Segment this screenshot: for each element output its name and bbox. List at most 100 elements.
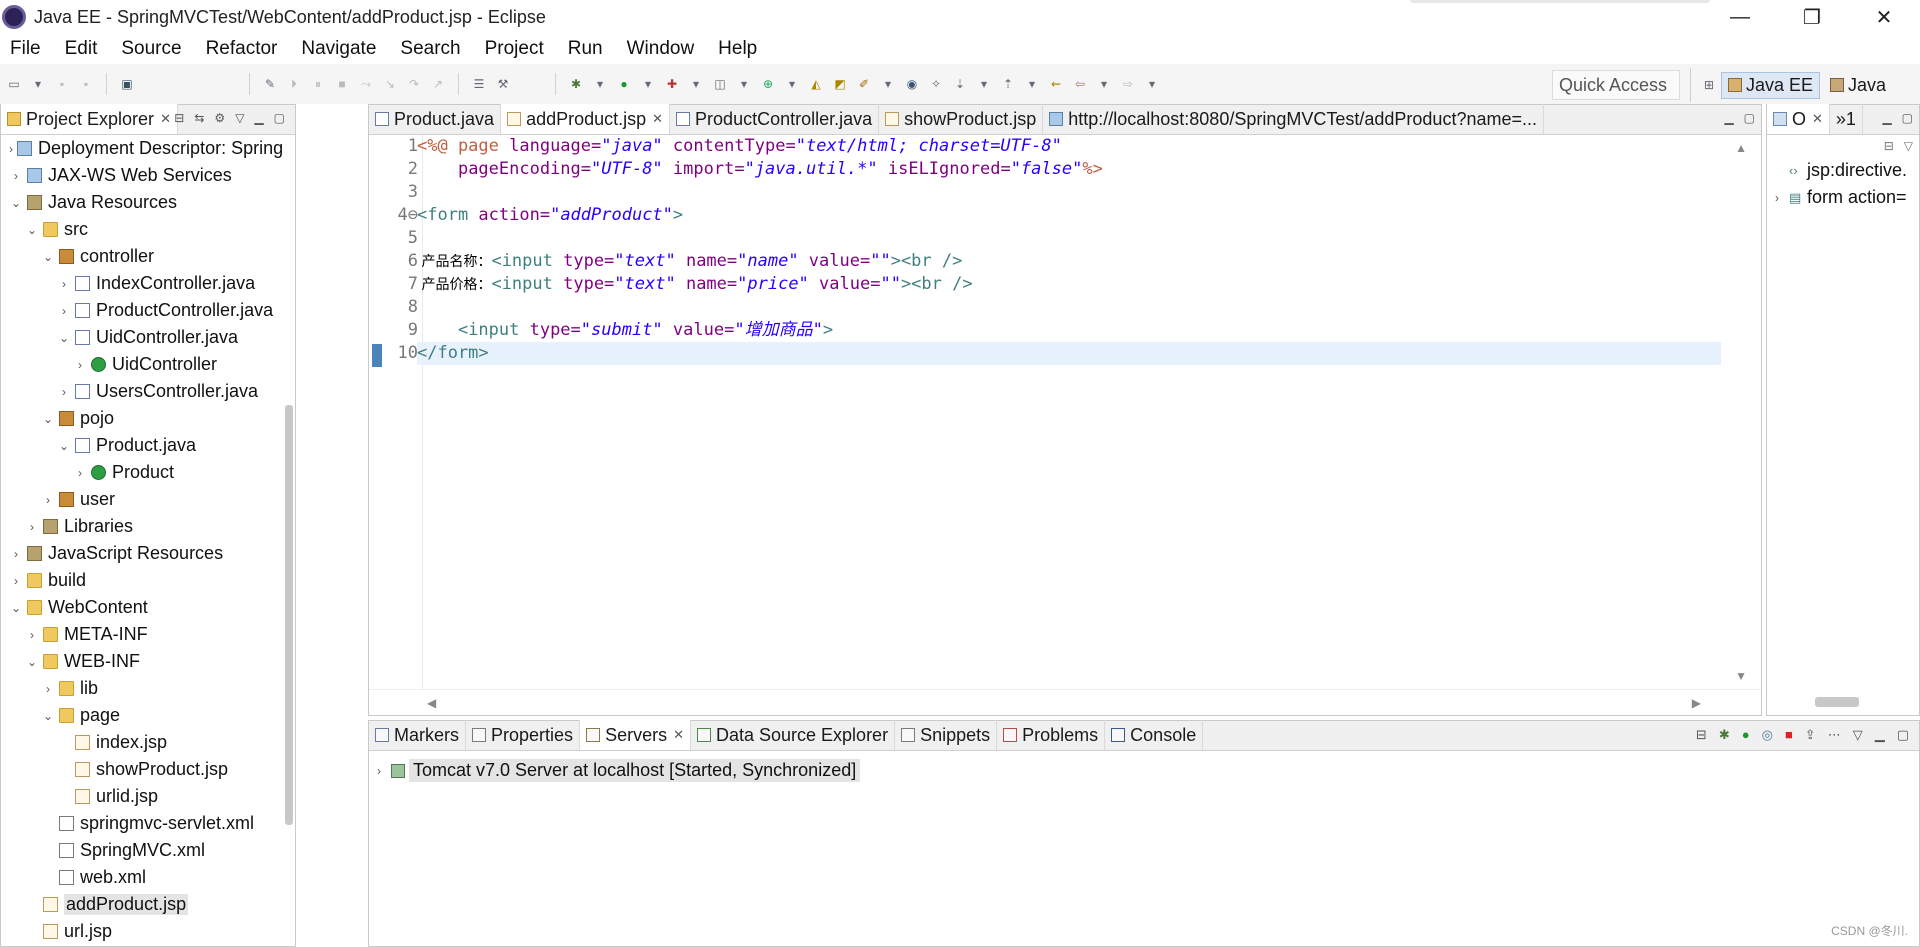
last-edit-icon[interactable]: ⇜ (1048, 76, 1064, 92)
chevron-right-icon[interactable]: › (25, 628, 39, 642)
dropdown-icon[interactable]: ▾ (30, 76, 46, 92)
new-icon[interactable]: ▭ (6, 76, 22, 92)
chevron-right-icon[interactable]: › (57, 277, 71, 291)
chevron-down-icon[interactable]: ⌄ (25, 223, 39, 237)
debug-server-icon[interactable]: ✱ (1719, 727, 1730, 743)
close-icon[interactable]: ✕ (160, 111, 171, 127)
bottom-tab[interactable]: Servers ✕ (580, 720, 691, 750)
chevron-right-icon[interactable]: › (57, 304, 71, 318)
start-server-icon[interactable]: ● (1742, 727, 1750, 743)
menu-help[interactable]: Help (706, 38, 769, 60)
menu-refactor[interactable]: Refactor (194, 38, 290, 60)
tree-item[interactable]: › JAX-WS Web Services (1, 162, 283, 189)
tree-item[interactable]: › UsersController.java (1, 378, 283, 405)
tree-item[interactable]: ⌄ WebContent (1, 594, 283, 621)
chevron-right-icon[interactable]: › (25, 520, 39, 534)
chevron-down-icon[interactable]: ⌄ (9, 601, 23, 615)
maximize-icon[interactable]: ▢ (1902, 111, 1913, 125)
code-area[interactable]: <%@ page language="java" contentType="te… (417, 135, 1721, 689)
search-tool-icon[interactable]: ✐ (856, 76, 872, 92)
dropdown-icon[interactable]: ▾ (1096, 76, 1112, 92)
tree-item[interactable]: ⌄ controller (1, 243, 283, 270)
skip-icon[interactable]: ⏵ (286, 76, 302, 92)
server-row[interactable]: › Tomcat v7.0 Server at localhost [Start… (377, 759, 861, 782)
terminate-icon[interactable]: ■ (334, 76, 350, 92)
open-type-icon[interactable]: ◭ (808, 76, 824, 92)
restore-button[interactable]: ❐ (1776, 0, 1848, 34)
save-all-icon[interactable]: ▪ (78, 76, 94, 92)
scroll-down-icon[interactable]: ▼ (1735, 669, 1747, 683)
menu-search[interactable]: Search (388, 38, 472, 60)
run-icon[interactable]: ● (616, 76, 632, 92)
dropdown-icon[interactable]: ▾ (592, 76, 608, 92)
disconnect-icon[interactable]: ⋯ (1828, 727, 1841, 743)
view-menu-icon[interactable]: ▽ (235, 111, 244, 125)
next-annotation-icon[interactable]: ⇣ (952, 76, 968, 92)
menu-window[interactable]: Window (615, 38, 707, 60)
tree-item[interactable]: urlid.jsp (1, 783, 283, 810)
editor-tab[interactable]: http://localhost:8080/SpringMVCTest/addP… (1043, 104, 1544, 134)
editor-tab[interactable]: ProductController.java (670, 104, 880, 134)
close-icon[interactable]: ✕ (673, 727, 684, 743)
tree-item[interactable]: › IndexController.java (1, 270, 283, 297)
build-icon[interactable]: ⚒ (495, 76, 511, 92)
debug-icon[interactable]: ✱ (568, 76, 584, 92)
chevron-right-icon[interactable]: › (9, 169, 23, 183)
tree-item[interactable]: addProduct.jsp (1, 891, 283, 918)
close-window-button[interactable]: ✕ (1848, 0, 1920, 34)
list-icon[interactable]: ☰ (471, 76, 487, 92)
tree-item[interactable]: SpringMVC.xml (1, 837, 283, 864)
profile-server-icon[interactable]: ◎ (1762, 727, 1773, 743)
scroll-left-icon[interactable]: ◀ (427, 696, 436, 710)
maximize-icon[interactable]: ▢ (274, 111, 285, 125)
annotation-icon[interactable]: ✧ (928, 76, 944, 92)
tab-outline[interactable]: O ✕ (1767, 104, 1830, 134)
chevron-right-icon[interactable]: › (41, 493, 55, 507)
bottom-tab[interactable]: Data Source Explorer (691, 720, 896, 750)
bottom-tab[interactable]: Snippets (895, 720, 998, 750)
tree-item[interactable]: › Product (1, 459, 283, 486)
tree-item[interactable]: ⌄ UidController.java (1, 324, 283, 351)
outline-item[interactable]: ‹› jsp:directive. (1775, 157, 1919, 184)
editor-tab[interactable]: Product.java (369, 104, 502, 134)
minimize-icon[interactable]: ▁ (1875, 727, 1885, 743)
tree-item[interactable]: › Deployment Descriptor: Spring (1, 135, 283, 162)
collapse-all-icon[interactable]: ⊟ (174, 111, 184, 125)
menu-project[interactable]: Project (473, 38, 556, 60)
menu-navigate[interactable]: Navigate (289, 38, 388, 60)
tree-item[interactable]: ⌄ pojo (1, 405, 283, 432)
maximize-icon[interactable]: ▢ (1897, 727, 1909, 743)
minimize-icon[interactable]: ▁ (1724, 111, 1733, 125)
minimize-button[interactable]: — (1704, 0, 1776, 34)
tree-item[interactable]: › META-INF (1, 621, 283, 648)
tree-item[interactable]: ⌄ page (1, 702, 283, 729)
project-tree-scrollbar[interactable] (285, 405, 293, 825)
chevron-right-icon[interactable]: › (57, 385, 71, 399)
tree-item[interactable]: › UidController (1, 351, 283, 378)
chevron-down-icon[interactable]: ⌄ (25, 655, 39, 669)
bottom-tab[interactable]: Problems (997, 720, 1106, 750)
server-icon[interactable]: ◫ (712, 76, 728, 92)
dropdown-icon[interactable]: ▾ (1144, 76, 1160, 92)
perspective-java[interactable]: Java (1824, 73, 1892, 98)
open-folder-icon[interactable]: ◩ (832, 76, 848, 92)
horizontal-scrollbar[interactable]: ◀ ▶ (369, 689, 1761, 715)
chevron-right-icon[interactable]: › (9, 547, 23, 561)
external-tools-icon[interactable]: ✚ (664, 76, 680, 92)
menu-edit[interactable]: Edit (53, 38, 110, 60)
terminal-icon[interactable]: ▣ (119, 76, 135, 92)
editor-tab[interactable]: addProduct.jsp ✕ (501, 104, 671, 134)
maximize-icon[interactable]: ▢ (1744, 111, 1755, 125)
new-class-icon[interactable]: ⊕ (760, 76, 776, 92)
bottom-tab[interactable]: Properties (466, 720, 581, 750)
view-menu-icon[interactable]: ▽ (1904, 139, 1913, 153)
tab-project-explorer[interactable]: Project Explorer ✕ (1, 104, 178, 134)
expand-icon[interactable]: › (377, 764, 391, 778)
forward-icon[interactable]: ⇨ (1120, 76, 1136, 92)
tree-item[interactable]: › Libraries (1, 513, 283, 540)
dropdown-icon[interactable]: ▾ (640, 76, 656, 92)
tree-item[interactable]: url.jsp (1, 918, 283, 945)
filter-icon[interactable]: ⚙ (214, 111, 225, 125)
chevron-right-icon[interactable]: › (73, 358, 87, 372)
chevron-right-icon[interactable]: › (73, 466, 87, 480)
